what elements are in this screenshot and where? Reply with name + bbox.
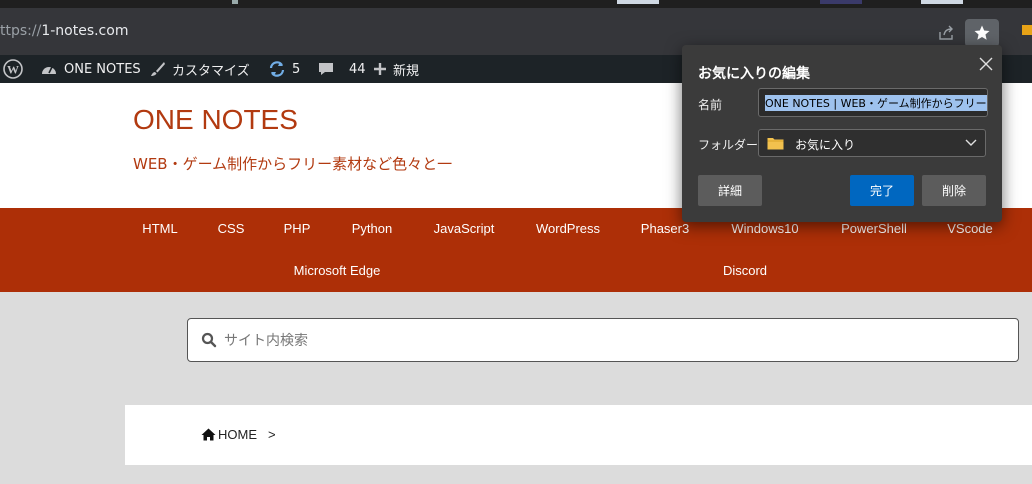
admin-comments[interactable]: 44 xyxy=(317,55,366,83)
folder-icon xyxy=(767,138,784,150)
admin-customize-label: カスタマイズ xyxy=(172,63,250,79)
breadcrumb-separator: > xyxy=(268,427,276,442)
nav-item-php[interactable]: PHP xyxy=(284,221,311,236)
favorite-name-value: ONE NOTES | WEB・ゲーム制作からフリー素材 xyxy=(765,95,987,111)
search-icon xyxy=(201,332,217,348)
nav-item-windows10[interactable]: Windows10 xyxy=(731,221,798,236)
dialog-title: お気に入りの編集 xyxy=(698,66,810,82)
site-description: WEB・ゲーム制作からフリー素材など色々と一 xyxy=(133,155,453,173)
star-icon xyxy=(974,25,990,40)
nav-item-discord[interactable]: Discord xyxy=(723,263,767,278)
site-title[interactable]: ONE NOTES xyxy=(133,104,298,136)
nav-item-javascript[interactable]: JavaScript xyxy=(434,221,495,236)
nav-item-css[interactable]: CSS xyxy=(218,221,245,236)
nav-item-html[interactable]: HTML xyxy=(142,221,177,236)
window-top-strip xyxy=(0,0,1032,8)
close-icon[interactable] xyxy=(975,53,997,75)
comments-count: 44 xyxy=(349,61,366,77)
wordpress-icon: W xyxy=(3,59,23,79)
nav-item-microsoft-edge[interactable]: Microsoft Edge xyxy=(294,263,381,278)
folder-value: お気に入り xyxy=(795,138,856,152)
folder-label: フォルダー xyxy=(698,138,759,152)
admin-new-label: 新規 xyxy=(393,63,420,79)
edit-favorite-dialog: お気に入りの編集 名前 ONE NOTES | WEB・ゲーム制作からフリー素材… xyxy=(682,45,1002,222)
breadcrumb-panel: HOME > xyxy=(125,405,1032,465)
search-input[interactable] xyxy=(222,319,1006,363)
extension-icon[interactable] xyxy=(1022,25,1032,35)
nav-item-python[interactable]: Python xyxy=(352,221,392,236)
nav-item-powershell[interactable]: PowerShell xyxy=(841,221,907,236)
breadcrumb-home[interactable]: HOME xyxy=(218,427,257,442)
url-scheme: ttps:// xyxy=(0,23,42,39)
admin-customize[interactable]: カスタマイズ xyxy=(150,55,250,83)
nav-item-wordpress[interactable]: WordPress xyxy=(536,221,600,236)
chevron-down-icon xyxy=(965,139,977,146)
delete-button[interactable]: 削除 xyxy=(922,175,986,206)
share-icon[interactable] xyxy=(936,23,956,43)
breadcrumb: HOME > xyxy=(201,427,276,442)
name-label: 名前 xyxy=(698,98,723,112)
comments-icon xyxy=(319,63,333,75)
favorite-star-button[interactable] xyxy=(965,19,999,47)
site-search-box xyxy=(187,318,1019,363)
url-host: 1-notes.com xyxy=(41,23,129,39)
home-icon xyxy=(201,428,216,441)
admin-site-name-label: ONE NOTES xyxy=(64,61,141,77)
wordpress-logo-menu[interactable]: W xyxy=(3,55,23,83)
updates-count: 5 xyxy=(292,61,301,77)
done-button[interactable]: 完了 xyxy=(850,175,914,206)
folder-select[interactable]: お気に入り xyxy=(758,129,986,157)
favorite-name-field[interactable]: ONE NOTES | WEB・ゲーム制作からフリー素材 xyxy=(758,88,988,117)
admin-new-content[interactable]: 新規 xyxy=(373,55,419,83)
plus-icon xyxy=(374,63,386,75)
updates-icon xyxy=(269,61,285,77)
nav-item-phaser3[interactable]: Phaser3 xyxy=(641,221,689,236)
details-button[interactable]: 詳細 xyxy=(698,175,762,206)
dashboard-icon xyxy=(42,66,56,74)
nav-item-vscode[interactable]: VScode xyxy=(947,221,993,236)
admin-updates[interactable]: 5 xyxy=(268,55,300,83)
admin-site-name[interactable]: ONE NOTES xyxy=(40,55,141,83)
brush-icon xyxy=(151,62,165,76)
url-field[interactable]: ttps://1-notes.com xyxy=(0,23,128,39)
svg-text:W: W xyxy=(7,63,19,77)
